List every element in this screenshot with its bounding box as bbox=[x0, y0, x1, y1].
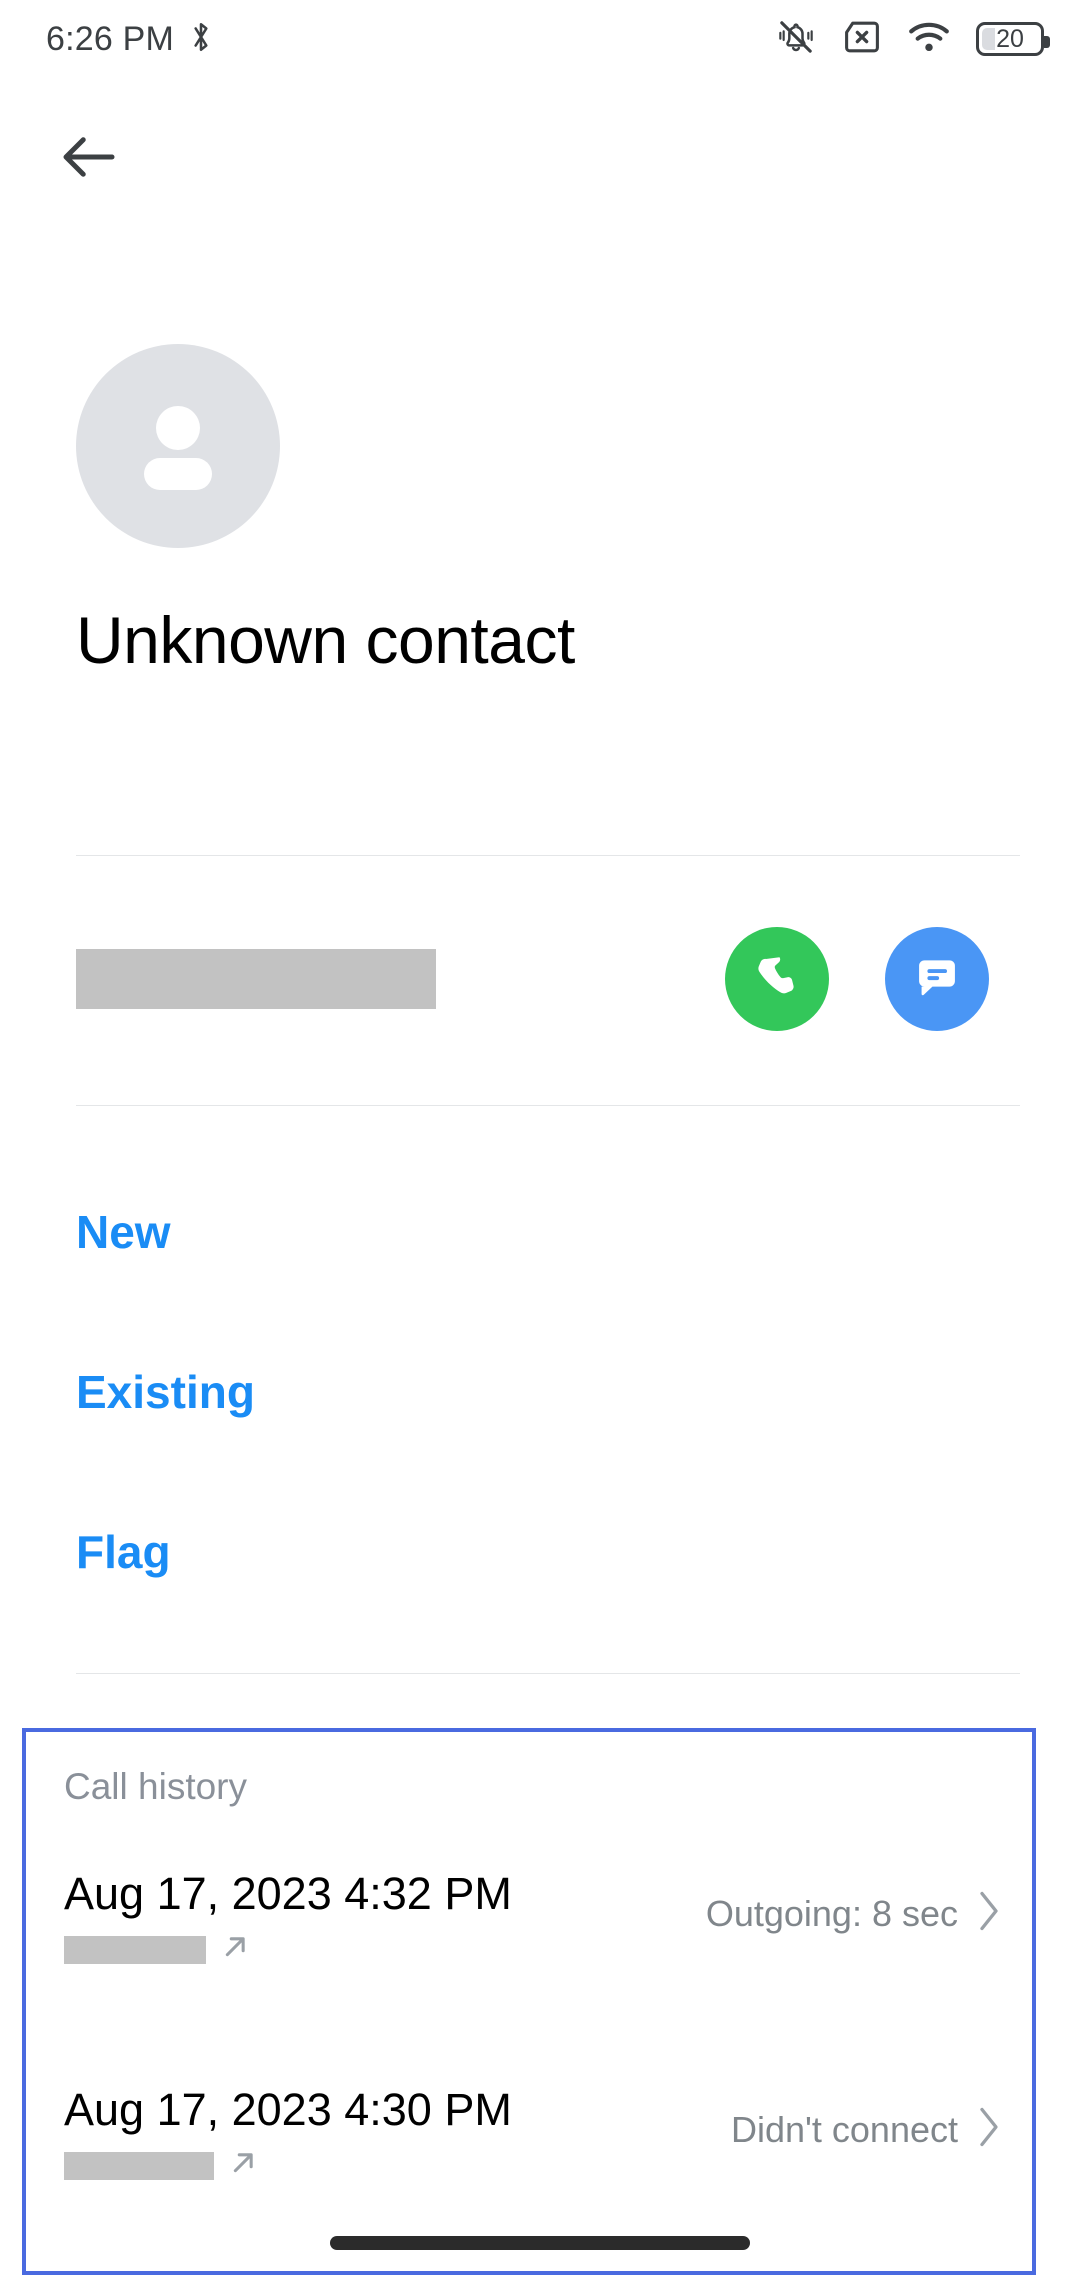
call-history-row[interactable]: Aug 17, 2023 4:30 PM Didn't connect bbox=[64, 2084, 1002, 2234]
action-link-new[interactable]: New bbox=[76, 1205, 171, 1259]
avatar bbox=[76, 344, 280, 548]
person-avatar-icon bbox=[118, 384, 238, 509]
wifi-icon bbox=[908, 20, 950, 59]
call-status-group: Didn't connect bbox=[731, 2106, 1002, 2153]
divider-above-phone bbox=[76, 855, 1020, 856]
call-history-row[interactable]: Aug 17, 2023 4:32 PM Outgoing: 8 sec bbox=[64, 1868, 1002, 2018]
call-number-redacted bbox=[64, 2151, 214, 2180]
phone-number-row bbox=[0, 895, 1080, 1095]
battery-fill bbox=[982, 28, 995, 50]
bluetooth-icon bbox=[188, 20, 214, 59]
call-number-redacted bbox=[64, 1935, 206, 1964]
status-bar-right: 20 bbox=[776, 17, 1050, 62]
phone-number-redacted bbox=[76, 949, 436, 1009]
call-status-group: Outgoing: 8 sec bbox=[706, 1890, 1002, 1937]
divider-above-actions bbox=[76, 1105, 1020, 1106]
message-button[interactable] bbox=[885, 927, 989, 1031]
status-time: 6:26 PM bbox=[46, 19, 175, 58]
battery-icon: 20 bbox=[976, 22, 1050, 56]
call-button[interactable] bbox=[725, 927, 829, 1031]
call-status: Outgoing: 8 sec bbox=[705, 1892, 958, 1934]
outgoing-call-arrow-icon bbox=[218, 1930, 252, 1969]
status-bar: 6:26 PM 20 bbox=[0, 0, 1080, 78]
call-status: Didn't connect bbox=[730, 2108, 958, 2150]
outgoing-call-arrow-icon bbox=[226, 2146, 260, 2185]
phone-screen: 6:26 PM 20 Unknown contact New Existing … bbox=[0, 0, 1080, 2280]
arrow-back-icon bbox=[60, 134, 118, 185]
sim-card-x-icon bbox=[842, 20, 882, 59]
home-gesture-bar[interactable] bbox=[330, 2236, 750, 2250]
status-bar-left: 6:26 PM bbox=[46, 20, 214, 59]
call-history-card: Call history Aug 17, 2023 4:32 PM Outgoi… bbox=[22, 1728, 1036, 2275]
page-title: Unknown contact bbox=[76, 603, 575, 677]
action-link-flag[interactable]: Flag bbox=[76, 1525, 171, 1579]
call-history-title: Call history bbox=[64, 1766, 247, 1807]
action-link-existing[interactable]: Existing bbox=[76, 1365, 255, 1419]
chevron-right-icon bbox=[976, 2106, 1002, 2153]
notifications-off-icon bbox=[776, 17, 816, 62]
battery-level: 20 bbox=[996, 24, 1024, 53]
divider-above-call-history bbox=[76, 1673, 1020, 1674]
back-button[interactable] bbox=[46, 116, 132, 202]
message-bubble-icon bbox=[912, 952, 962, 1007]
phone-icon bbox=[750, 950, 804, 1009]
chevron-right-icon bbox=[976, 1890, 1002, 1937]
